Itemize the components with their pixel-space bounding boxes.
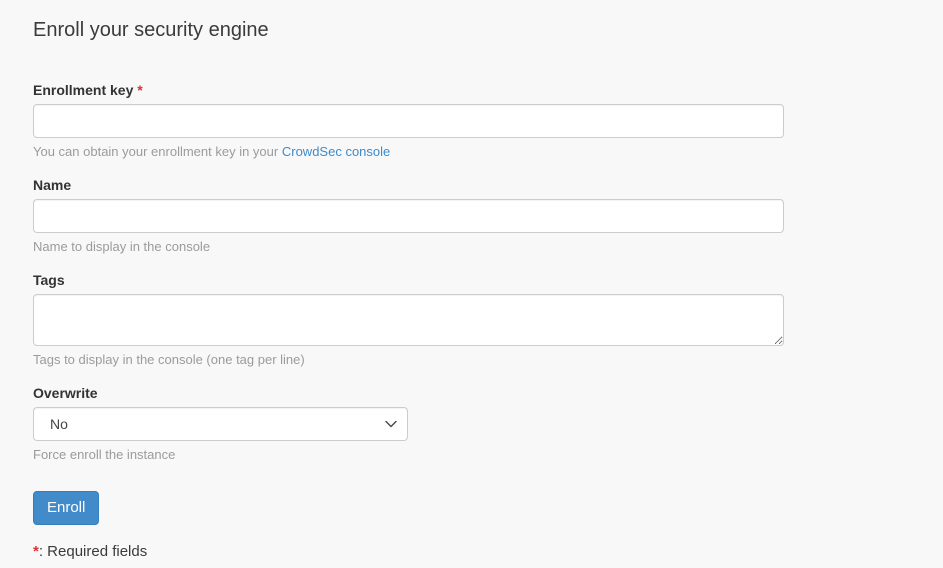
footnote-text: : Required fields (39, 543, 147, 560)
overwrite-label: Overwrite (33, 383, 910, 403)
tags-group: Tags Tags to display in the console (one… (33, 270, 910, 369)
overwrite-select[interactable]: No (33, 407, 408, 441)
enroll-page: Enroll your security engine Enrollment k… (0, 0, 943, 562)
enroll-form: Enrollment key * You can obtain your enr… (33, 80, 910, 525)
overwrite-select-wrap: No (33, 407, 408, 441)
enrollment-key-label-text: Enrollment key (33, 82, 133, 98)
crowdsec-console-link[interactable]: CrowdSec console (282, 144, 390, 159)
name-input[interactable] (33, 199, 784, 233)
name-label: Name (33, 175, 910, 195)
enrollment-key-label: Enrollment key * (33, 80, 910, 100)
page-title: Enroll your security engine (33, 17, 910, 43)
overwrite-help: Force enroll the instance (33, 446, 910, 464)
enrollment-key-help: You can obtain your enrollment key in yo… (33, 143, 910, 161)
required-fields-footnote: *: Required fields (33, 542, 910, 562)
enrollment-key-input[interactable] (33, 104, 784, 138)
tags-textarea[interactable] (33, 294, 784, 346)
name-group: Name Name to display in the console (33, 175, 910, 256)
required-asterisk: * (137, 82, 142, 98)
enrollment-key-group: Enrollment key * You can obtain your enr… (33, 80, 910, 161)
enrollment-key-help-text: You can obtain your enrollment key in yo… (33, 144, 278, 159)
overwrite-group: Overwrite No Force enroll the instance (33, 383, 910, 464)
name-help: Name to display in the console (33, 238, 910, 256)
enroll-button[interactable]: Enroll (33, 491, 99, 525)
tags-label: Tags (33, 270, 910, 290)
tags-help: Tags to display in the console (one tag … (33, 351, 910, 369)
